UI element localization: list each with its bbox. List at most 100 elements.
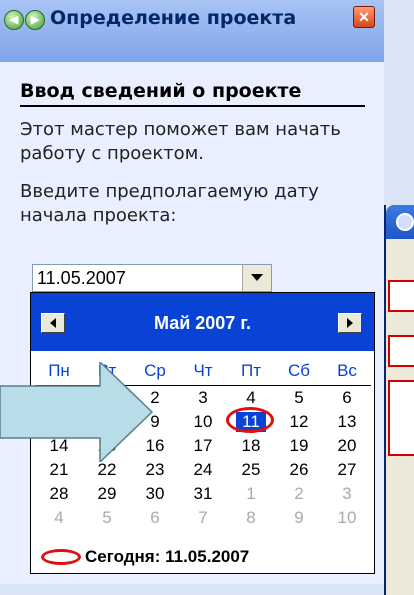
calendar-day[interactable]: 12 [275,412,323,432]
calendar-day[interactable]: 29 [83,484,131,504]
calendar-day[interactable]: 10 [179,412,227,432]
calendar-day[interactable]: 15 [83,436,131,456]
calendar-day[interactable]: 14 [35,436,83,456]
calendar-week-row: 21 22 23 24 25 26 27 [35,458,371,482]
start-date-input[interactable] [37,265,237,291]
start-date-combo[interactable] [32,264,272,292]
calendar-day[interactable]: 2 [275,484,323,504]
calendar-day[interactable]: 7 [35,412,83,432]
calendar-week-row: 14 15 16 17 18 19 20 [35,434,371,458]
calendar-day[interactable]: 23 [131,460,179,480]
start-date-prompt: Введите предполагаемую дату начала проек… [20,181,319,226]
calendar-day[interactable]: 8 [83,412,131,432]
calendar-day[interactable]: 21 [35,460,83,480]
calendar-day[interactable]: 2 [131,388,179,408]
calendar-day-number: 30 [145,484,165,503]
calendar-day-number: 26 [289,460,309,479]
calendar-day[interactable]: 27 [323,460,371,480]
calendar-day-number: 10 [337,508,357,527]
calendar-day[interactable]: 20 [323,436,371,456]
task-pane-title: Определение проекта [50,7,297,29]
calendar-day-number: 14 [49,436,69,455]
calendar-day[interactable]: 18 [227,436,275,456]
calendar-week-row: 4 5 6 7 8 9 10 [35,506,371,530]
calendar-day[interactable]: 28 [35,484,83,504]
calendar-day-number: 4 [246,388,256,407]
calendar-day-number: 4 [54,508,64,527]
calendar-day-number: 9 [294,508,304,527]
calendar-day-number: 6 [150,508,160,527]
calendar-day[interactable]: 4 [35,508,83,528]
calendar-month-label[interactable]: Май 2007 г. [91,313,314,333]
calendar-day-number: 2 [294,484,304,503]
calendar-day-number: 29 [97,484,117,503]
calendar-day-number: 2 [150,388,160,407]
calendar-day-number: 8 [102,412,112,431]
calendar-day-number: 16 [145,436,165,455]
highlight-box [388,335,414,367]
calendar-day[interactable]: 5 [83,508,131,528]
intro-text: Этот мастер поможет вам начать работу с … [20,119,341,164]
calendar-day[interactable]: 13 [323,412,371,432]
calendar-day-number: 1 [102,388,112,407]
calendar-day[interactable]: 9 [131,412,179,432]
next-month-button[interactable] [338,313,362,333]
weekday-label: Ср [144,361,166,380]
calendar-day[interactable]: 30 [131,484,179,504]
calendar-day-number: 22 [97,460,117,479]
today-label: Сегодня: 11.05.2007 [85,547,250,566]
weekday-label: Пт [240,361,261,380]
calendar-week-row: 7 8 9 10 11 12 13 [35,407,371,434]
calendar-day[interactable]: 4 [227,388,275,408]
calendar-day[interactable]: 22 [83,460,131,480]
close-button[interactable]: ✕ [353,6,375,28]
chevron-down-icon [251,274,263,281]
calendar-header: Май 2007 г. [31,293,374,351]
calendar-week-row: 30 1 2 3 4 5 6 [35,386,371,410]
calendar-day[interactable]: 7 [179,508,227,528]
background-window [384,205,414,595]
calendar-weeks: 30 1 2 3 4 5 6 7 8 9 10 11 12 13 14 15 16 17 18 19 20 21 22 23 2… [35,386,371,530]
calendar-day-number: 13 [337,412,357,431]
calendar-day-number: 7 [198,508,208,527]
calendar-day-number: 31 [193,484,213,503]
calendar-day[interactable]: 31 [179,484,227,504]
prev-month-button[interactable] [41,313,65,333]
today-link[interactable]: Сегодня: 11.05.2007 [41,545,249,569]
calendar-day[interactable]: 6 [131,508,179,528]
calendar-day[interactable]: 25 [227,460,275,480]
calendar-day-number: 3 [342,484,352,503]
calendar-day[interactable]: 6 [323,388,371,408]
calendar-day[interactable]: 3 [179,388,227,408]
calendar-day-number: 27 [337,460,357,479]
weekday-label: Чт [193,361,213,380]
calendar-day[interactable]: 17 [179,436,227,456]
calendar-day[interactable]: 1 [227,484,275,504]
weekday-label: Вт [97,361,117,380]
calendar-day[interactable]: 16 [131,436,179,456]
calendar-day-number: 6 [342,388,352,407]
calendar-day[interactable]: 26 [275,460,323,480]
calendar-day-selected[interactable]: 11 [226,407,275,433]
date-dropdown-button[interactable] [242,265,271,291]
highlight-box [388,380,414,456]
calendar-day-number: 8 [246,508,256,527]
calendar-day-number: 28 [49,484,69,503]
calendar-day[interactable]: 19 [275,436,323,456]
calendar-day[interactable]: 3 [323,484,371,504]
back-icon[interactable]: ◀ [4,10,24,30]
calendar-day[interactable]: 8 [227,508,275,528]
calendar-day[interactable]: 5 [275,388,323,408]
weekday-label: Пн [48,361,70,380]
calendar-day-number: 17 [193,436,213,455]
calendar-day-number: 25 [241,460,261,479]
forward-icon[interactable]: ▶ [25,10,45,30]
calendar-day[interactable]: 9 [275,508,323,528]
calendar-day[interactable]: 30 [35,388,83,408]
calendar-day-number: 24 [193,460,213,479]
weekday-label: Сб [287,361,310,380]
calendar-day-number: 30 [49,388,69,407]
calendar-day[interactable]: 1 [83,388,131,408]
calendar-day[interactable]: 24 [179,460,227,480]
calendar-day[interactable]: 10 [323,508,371,528]
